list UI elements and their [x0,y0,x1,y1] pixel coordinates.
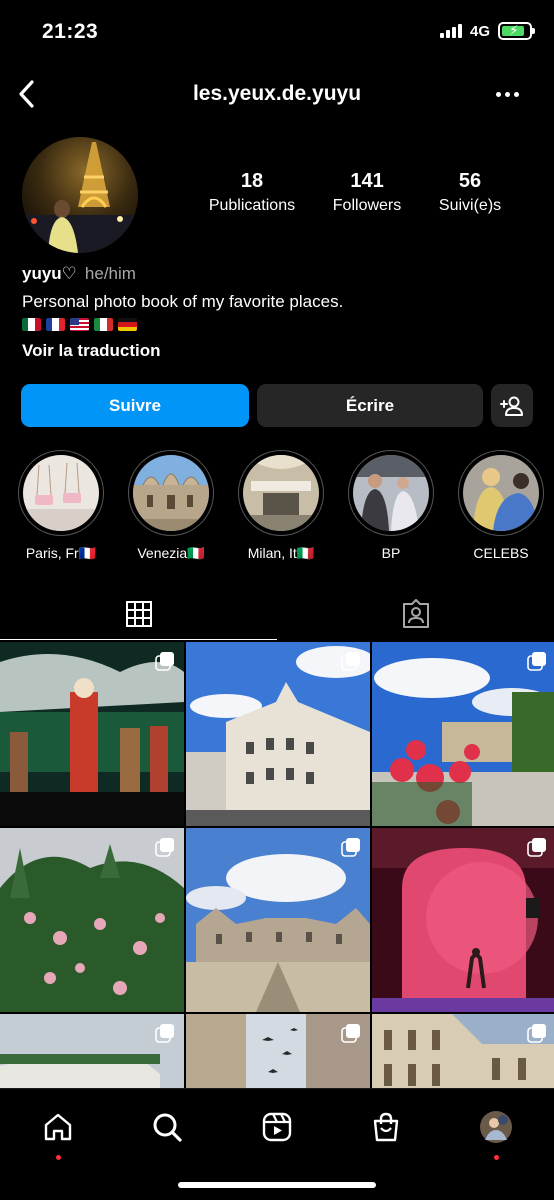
profile-tabs [0,588,554,640]
signal-icon [439,24,462,38]
mexico-flag-icon [22,318,41,331]
display-name: yuyu♡ [22,264,77,283]
highlight-paris[interactable]: Paris, Fr🇫🇷 [11,450,111,562]
battery-charging-icon: ⚡ [498,22,535,40]
stat-value: 56 [458,170,482,192]
multi-post-icon [527,1024,546,1043]
post-thumbnail[interactable] [0,828,184,1012]
profile-header: les.yeux.de.yuyu [0,70,554,120]
network-type: 4G [469,22,490,40]
post-thumbnail[interactable] [0,642,184,826]
nav-profile[interactable] [476,1107,516,1160]
germany-flag-icon [118,318,137,331]
tab-grid[interactable] [0,588,277,640]
stat-value: 141 [350,170,384,192]
action-buttons: Suivre Écrire [21,384,533,427]
page-title: les.yeux.de.yuyu [192,82,362,105]
france-flag-icon [46,318,65,331]
highlight-celebs[interactable]: CELEBS [451,450,551,561]
profile-avatar [480,1111,512,1143]
multi-post-icon [527,838,546,857]
highlight-bp[interactable]: BP [341,450,441,561]
highlight-label: Milan, It🇮🇹 [247,545,315,561]
translate-link[interactable]: Voir la traduction [22,341,532,361]
reels-icon [262,1112,292,1142]
multi-post-icon [155,838,174,857]
bio-text: Personal photo book of my favorite place… [22,292,344,311]
grid-icon [125,600,152,627]
name-line: yuyu♡ he/him [22,264,532,284]
post-thumbnail[interactable] [0,1014,184,1088]
multi-post-icon [341,1024,360,1043]
add-user-icon [500,396,523,416]
stat-following[interactable]: 56 Suivi(e)s [439,170,501,215]
notification-dot [494,1155,499,1160]
tab-tagged[interactable] [277,588,554,640]
search-icon [153,1113,182,1142]
multi-post-icon [155,652,174,671]
highlight-label: BP [381,545,401,561]
highlight-label: CELEBS [473,545,529,561]
stat-followers[interactable]: 141 Followers [333,170,401,215]
highlight-venezia[interactable]: Venezia🇮🇹 [121,450,221,562]
status-time: 21:23 [42,20,99,43]
home-indicator [178,1182,376,1188]
status-bar: 21:23 4G ⚡ [0,0,554,66]
tagged-person-icon [402,599,429,628]
nav-reels[interactable] [257,1107,297,1147]
stat-label: Followers [332,197,402,214]
follow-button[interactable]: Suivre [21,384,249,427]
post-thumbnail[interactable] [372,642,554,826]
stat-label: Publications [208,197,296,214]
highlight-label: Paris, Fr🇫🇷 [25,545,97,561]
more-dots-icon[interactable] [496,84,526,104]
highlight-milan[interactable]: Milan, It🇮🇹 [231,450,331,562]
post-thumbnail[interactable] [372,828,554,1012]
highlight-label: Venezia🇮🇹 [137,545,205,561]
status-icons: 4G ⚡ [439,22,535,40]
add-user-button[interactable] [491,384,533,427]
notification-dot [56,1155,61,1160]
post-thumbnail[interactable] [372,1014,554,1088]
post-thumbnail[interactable] [186,1014,370,1088]
profile-stats: 18 Publications 141 Followers 56 Suivi(e… [190,170,520,215]
shop-icon [373,1112,399,1142]
stat-value: 18 [240,170,264,192]
multi-post-icon [341,652,360,671]
nav-shop[interactable] [366,1107,406,1147]
nav-home[interactable] [38,1107,78,1160]
multi-post-icon [155,1024,174,1043]
stat-publications[interactable]: 18 Publications [209,170,295,215]
pronouns: he/him [84,264,136,283]
post-thumbnail[interactable] [186,828,370,1012]
message-button[interactable]: Écrire [257,384,483,427]
multi-post-icon [341,838,360,857]
profile-avatar[interactable] [22,137,138,253]
profile-bio: yuyu♡ he/him Personal photo book of my f… [22,264,532,361]
story-highlights: Paris, Fr🇫🇷 Venezia🇮🇹 Milan, It🇮🇹 BP CEL… [0,450,554,570]
stat-label: Suivi(e)s [438,197,502,214]
italy-flag-icon [94,318,113,331]
posts-grid [0,642,554,1088]
flag-row [22,318,532,331]
home-icon [44,1113,72,1141]
nav-search[interactable] [147,1107,187,1147]
multi-post-icon [527,652,546,671]
usa-flag-icon [70,318,89,331]
post-thumbnail[interactable] [186,642,370,826]
